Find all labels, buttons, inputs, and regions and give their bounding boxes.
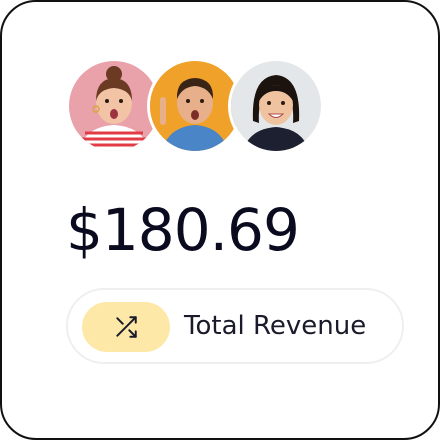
total-revenue-label: Total Revenue (184, 311, 367, 341)
revenue-card: $180.69 Total Revenue (0, 0, 440, 440)
revenue-amount: $180.69 (66, 196, 300, 264)
avatar-group (66, 58, 326, 154)
avatar (228, 58, 324, 154)
total-revenue-chip: Total Revenue (66, 288, 404, 364)
shuffle-icon (82, 302, 170, 352)
